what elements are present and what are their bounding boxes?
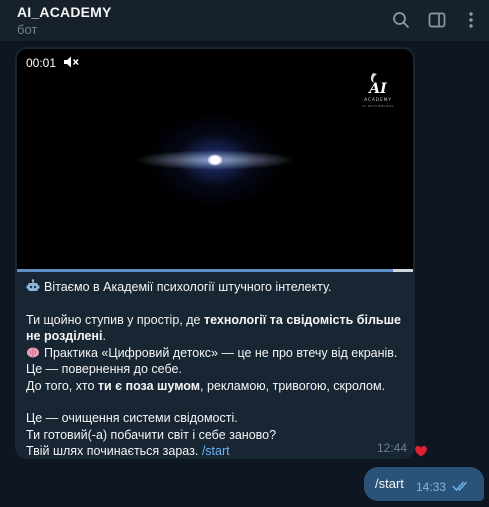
video-timestamp: 00:01 bbox=[26, 56, 57, 70]
search-icon[interactable] bbox=[391, 10, 411, 30]
text-run: Ти щойно ступив у простір, де bbox=[26, 312, 204, 327]
incoming-message[interactable]: 00:01 AI ACADEMY AI PSYCHOLOGY Вітаємо в… bbox=[15, 47, 415, 459]
svg-text:AI PSYCHOLOGY: AI PSYCHOLOGY bbox=[362, 104, 394, 108]
message-paragraph: Це — повернення до себе. bbox=[26, 361, 406, 378]
chat-subtitle: бот bbox=[17, 22, 38, 37]
video-player[interactable]: 00:01 AI ACADEMY AI PSYCHOLOGY bbox=[17, 49, 413, 269]
bold-text: ти є поза шумом bbox=[97, 378, 201, 393]
message-paragraph: Ти готовий(-а) побачити світ і себе зано… bbox=[26, 427, 406, 444]
message-paragraph: Ти щойно ступив у простір, де технології… bbox=[26, 312, 406, 345]
video-progress-fill bbox=[17, 269, 394, 272]
robot-icon bbox=[26, 279, 40, 293]
svg-text:AI: AI bbox=[367, 81, 387, 97]
outgoing-message[interactable]: /start 14:33 bbox=[364, 467, 484, 501]
more-vertical-icon[interactable] bbox=[461, 10, 481, 30]
message-text: Вітаємо в Академії психології штучного і… bbox=[26, 279, 406, 459]
chat-header[interactable]: AI_ACADEMY бот bbox=[0, 0, 489, 42]
mute-icon[interactable] bbox=[63, 55, 79, 69]
start-command-link[interactable]: /start bbox=[202, 444, 230, 458]
message-paragraph: До того, хто ти є поза шумом, рекламою, … bbox=[26, 378, 406, 395]
text-run: Це — очищення системи свідомості. bbox=[26, 411, 238, 425]
heart-icon[interactable] bbox=[414, 444, 428, 458]
text-run: Практика «Цифровий детокс» — це не про в… bbox=[44, 345, 398, 360]
message-paragraph: Вітаємо в Академії психології штучного і… bbox=[26, 279, 406, 296]
welcome-text: Вітаємо в Академії психології штучного і… bbox=[44, 280, 332, 294]
message-time: 12:44 bbox=[377, 441, 408, 455]
outgoing-text: /start bbox=[375, 476, 404, 491]
text-run: Твій шлях починається зараз. bbox=[26, 444, 202, 458]
message-paragraph: Практика «Цифровий детокс» — це не про в… bbox=[26, 345, 406, 362]
double-check-icon bbox=[452, 480, 470, 492]
brain-icon bbox=[26, 345, 40, 359]
text-run: , рекламою, тривогою, скролом. bbox=[200, 378, 386, 393]
text-run: Це — повернення до себе. bbox=[26, 362, 182, 376]
message-paragraph: Твій шлях починається зараз. /start bbox=[26, 443, 406, 459]
text-run: Ти готовий(-а) побачити світ і себе зано… bbox=[26, 427, 277, 442]
text-run: До того, хто bbox=[26, 378, 98, 393]
sidebar-toggle-icon[interactable] bbox=[427, 10, 447, 30]
academy-logo: AI ACADEMY AI PSYCHOLOGY bbox=[353, 71, 403, 111]
svg-text:ACADEMY: ACADEMY bbox=[364, 97, 392, 103]
chat-window: AI_ACADEMY бот 00:01 AI ACADEMY AI PSYCH… bbox=[0, 0, 489, 507]
chat-title[interactable]: AI_ACADEMY bbox=[17, 4, 112, 20]
message-paragraph: Це — очищення системи свідомості. bbox=[26, 410, 406, 427]
outgoing-time: 14:33 bbox=[416, 480, 447, 494]
video-progress-bar[interactable] bbox=[17, 269, 413, 272]
text-run: . bbox=[102, 329, 106, 343]
